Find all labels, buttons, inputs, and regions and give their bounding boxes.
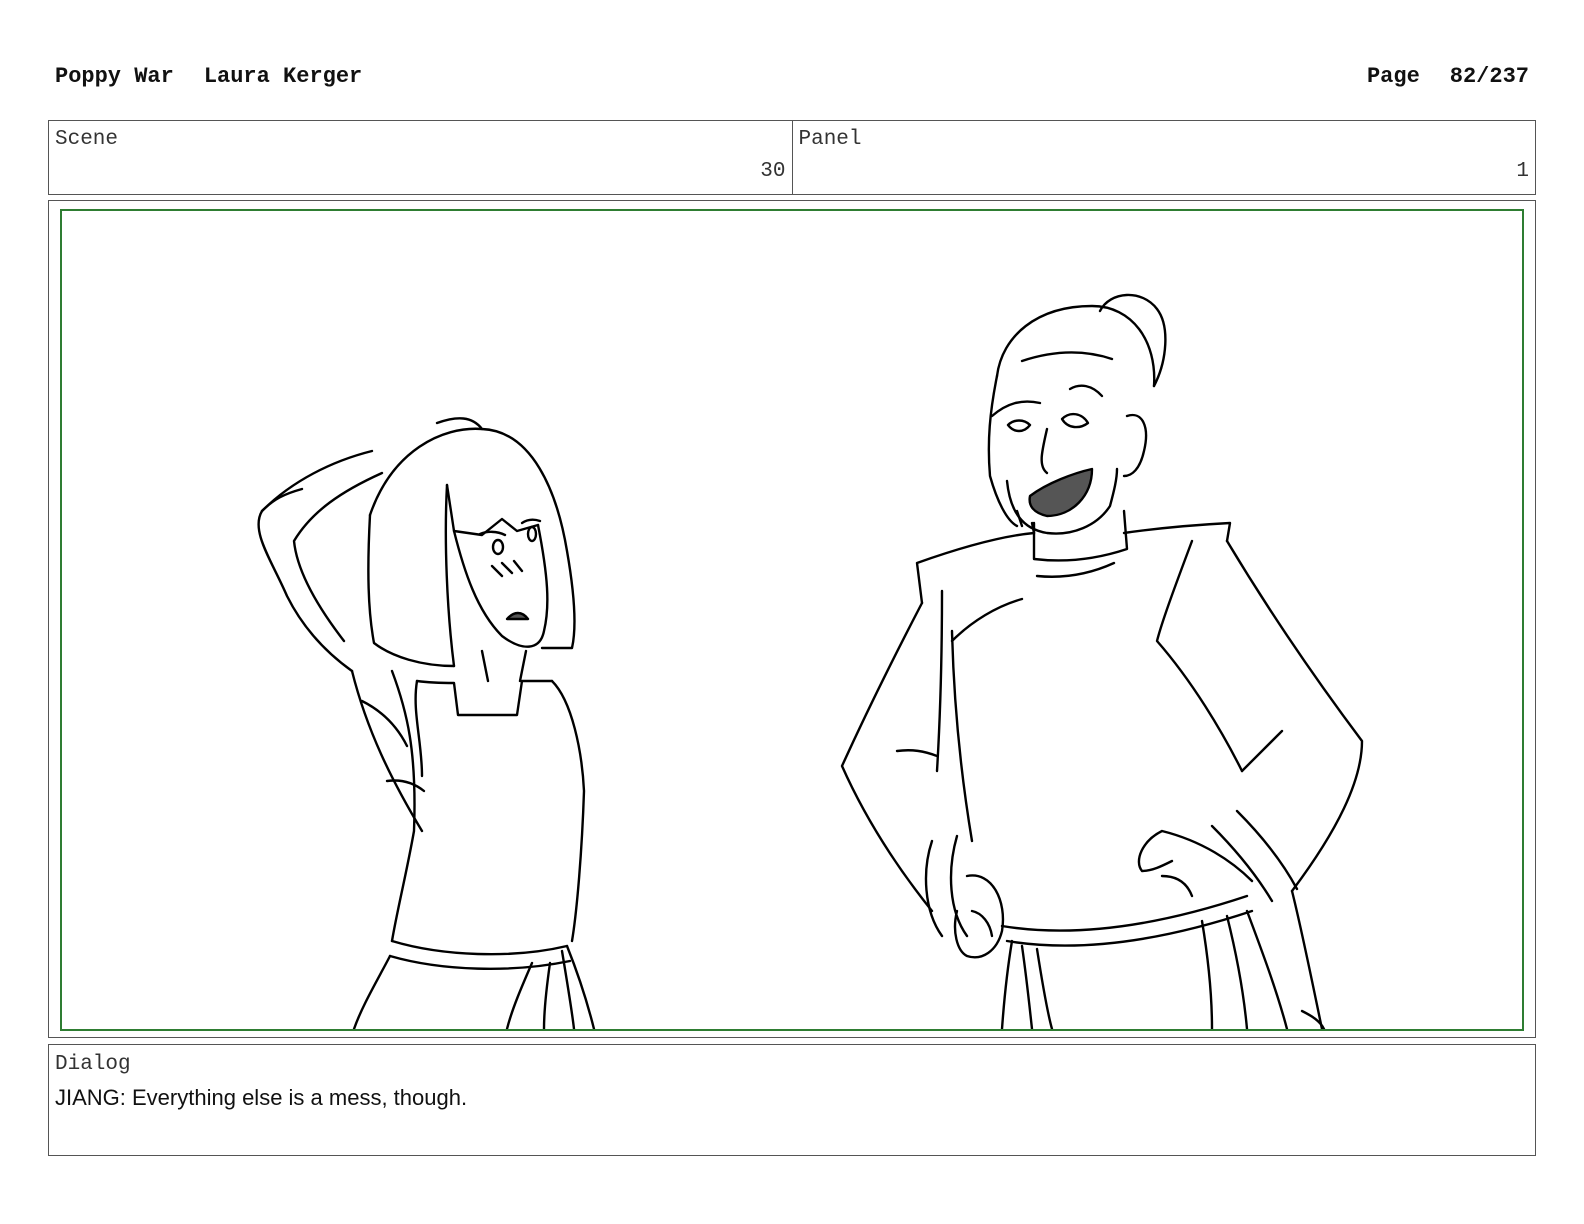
- dialog-text: JIANG: Everything else is a mess, though…: [55, 1085, 468, 1110]
- panel-label: Panel: [798, 128, 862, 151]
- man-figure: [840, 293, 1364, 1029]
- header-left: Poppy War Laura Kerger: [55, 64, 362, 89]
- project-title: Poppy War: [55, 64, 174, 89]
- storyboard-panel: [48, 200, 1536, 1038]
- scene-label: Scene: [55, 128, 119, 151]
- scene-panel-row: Scene 30 Panel 1: [48, 120, 1536, 195]
- panel-frame: [60, 209, 1524, 1031]
- author-name: Laura Kerger: [203, 64, 363, 89]
- scene-number: 30: [760, 160, 786, 183]
- dialog-label: Dialog: [55, 1053, 131, 1076]
- panel-cell: Panel 1: [791, 121, 1536, 194]
- page-header: Poppy War Laura Kerger Page 82/237: [55, 64, 1529, 96]
- panel-number: 1: [1516, 160, 1529, 183]
- storyboard-sketch: [257, 293, 1364, 1029]
- scene-cell: Scene 30: [49, 121, 792, 194]
- header-right: Page 82/237: [1367, 64, 1529, 89]
- girl-figure: [257, 417, 596, 1029]
- dialog-box: Dialog JIANG: Everything else is a mess,…: [48, 1044, 1536, 1156]
- page-label: Page: [1366, 64, 1420, 89]
- page-number: 82/237: [1449, 64, 1529, 89]
